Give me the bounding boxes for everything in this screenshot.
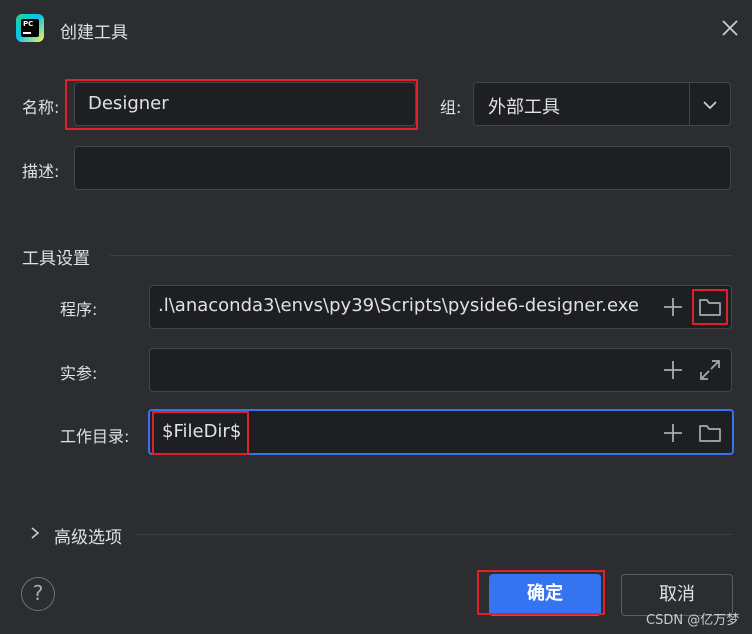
watermark: CSDN @亿万梦: [646, 613, 740, 628]
pycharm-app-icon: PC: [16, 14, 44, 42]
plus-icon[interactable]: [662, 296, 684, 322]
description-label: 描述:: [22, 162, 60, 181]
plus-icon[interactable]: [662, 359, 684, 385]
description-input[interactable]: [74, 146, 731, 190]
program-input[interactable]: .l\anaconda3\envs\py39\Scripts\pyside6-d…: [149, 285, 732, 329]
program-label: 程序:: [60, 300, 98, 319]
program-input-value: .l\anaconda3\envs\py39\Scripts\pyside6-d…: [158, 295, 639, 316]
advanced-divider: [136, 534, 732, 535]
section-divider: [110, 255, 732, 256]
help-button[interactable]: ?: [21, 577, 55, 611]
chevron-right-icon[interactable]: [28, 525, 42, 544]
group-label: 组:: [440, 98, 462, 117]
highlight-box-ok: [477, 570, 605, 615]
folder-icon[interactable]: [698, 422, 722, 448]
tool-settings-heading: 工具设置: [22, 249, 90, 269]
plus-icon[interactable]: [662, 422, 684, 448]
group-select[interactable]: 外部工具: [473, 82, 731, 126]
group-select-divider: [689, 83, 690, 125]
arguments-input[interactable]: [149, 348, 732, 392]
workdir-label: 工作目录:: [60, 427, 130, 446]
name-label: 名称:: [22, 98, 60, 117]
dialog-title: 创建工具: [60, 23, 128, 43]
group-select-value: 外部工具: [488, 97, 560, 118]
expand-icon[interactable]: [698, 358, 722, 386]
advanced-options-toggle[interactable]: 高级选项: [54, 523, 122, 548]
highlight-box-name: [65, 79, 418, 130]
highlight-box-folder: [692, 289, 728, 325]
arguments-label: 实参:: [60, 364, 98, 383]
close-icon[interactable]: [718, 16, 742, 40]
chevron-down-icon[interactable]: [700, 95, 720, 119]
highlight-box-workdir: [152, 411, 249, 455]
